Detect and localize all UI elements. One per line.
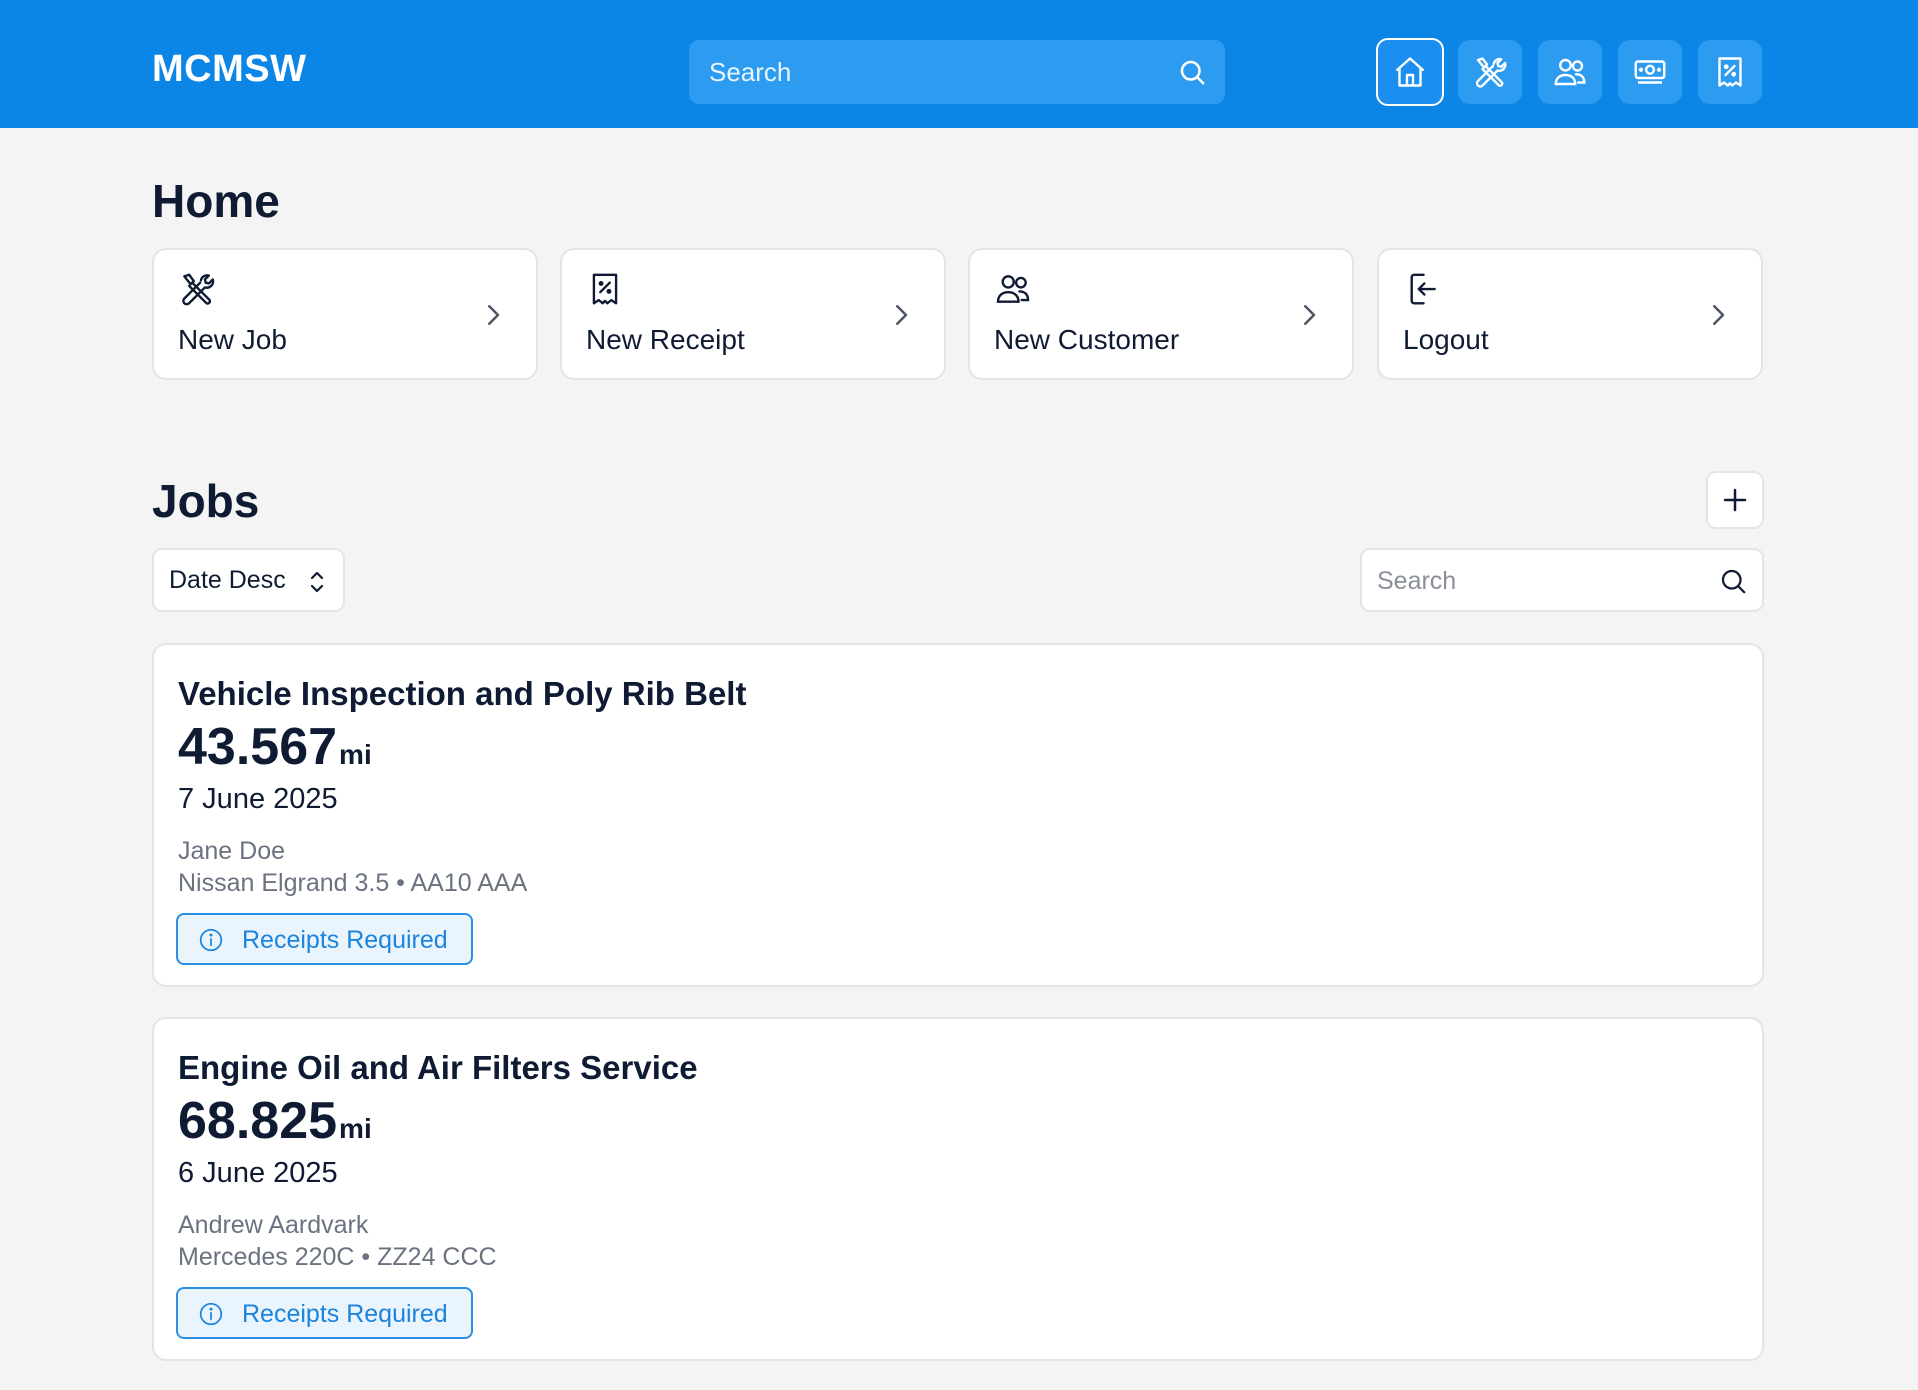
search-icon[interactable] [1718,566,1748,596]
nav-jobs-button[interactable] [1458,40,1522,104]
job-title: Engine Oil and Air Filters Service [178,1049,698,1086]
new-job-card[interactable]: New Job [152,248,538,380]
receipts-required-badge[interactable]: Receipts Required [176,913,473,965]
users-icon [1554,58,1586,86]
receipt-icon [592,273,618,305]
job-card[interactable]: Vehicle Inspection and Poly Rib Belt 43.… [152,643,1764,987]
jobs-search-input[interactable]: Search [1360,548,1764,612]
tools-icon [1475,57,1507,88]
global-search-input[interactable]: Search [689,40,1225,104]
badge-label: Receipts Required [242,926,448,954]
info-icon [199,928,223,952]
job-mileage-value: 68.825 [178,1092,338,1150]
job-mileage-unit: mi [339,1113,372,1144]
receipt-icon [1718,57,1742,87]
badge-label: Receipts Required [242,1300,448,1328]
top-navbar: MCMSW Search [0,0,1918,128]
home-heading: Home [152,175,280,227]
add-job-button[interactable] [1706,471,1764,529]
nav-customers-button[interactable] [1538,40,1602,104]
sort-select-value: Date Desc [169,566,286,594]
new-job-label: New Job [178,324,287,355]
chevron-right-icon [1713,305,1725,325]
job-date: 6 June 2025 [178,1157,338,1189]
new-customer-card[interactable]: New Customer [968,248,1354,380]
chevron-right-icon [1304,305,1316,325]
job-customer: Andrew Aardvark [178,1211,369,1239]
nav-receipts-button[interactable] [1698,40,1762,104]
money-icon [1634,60,1666,84]
job-vehicle: Nissan Elgrand 3.5 • AA10 AAA [178,869,528,897]
logout-icon [1410,273,1436,305]
info-icon [199,1302,223,1326]
logout-card[interactable]: Logout [1377,248,1763,380]
job-mileage: 68.825mi [178,1091,372,1151]
users-icon [996,275,1030,303]
job-date: 7 June 2025 [178,783,338,815]
job-vehicle: Mercedes 220C • ZZ24 CCC [178,1243,497,1271]
job-mileage: 43.567mi [178,717,372,777]
chevron-right-icon [896,305,908,325]
sort-select[interactable]: Date Desc [152,548,345,612]
search-icon[interactable] [1177,57,1207,87]
jobs-search-placeholder: Search [1377,567,1457,595]
brand-logo[interactable]: MCMSW [152,48,306,91]
plus-icon [1723,488,1747,512]
tools-icon [182,273,215,306]
job-title: Vehicle Inspection and Poly Rib Belt [178,675,747,712]
receipts-required-badge[interactable]: Receipts Required [176,1287,473,1339]
job-customer: Jane Doe [178,837,286,865]
new-receipt-card[interactable]: New Receipt [560,248,946,380]
nav-payments-button[interactable] [1618,40,1682,104]
new-receipt-label: New Receipt [586,324,745,355]
global-search-placeholder: Search [709,57,792,87]
logout-label: Logout [1403,324,1489,355]
home-icon [1395,57,1425,87]
chevron-right-icon [488,305,500,325]
nav-home-button[interactable] [1376,38,1444,106]
job-mileage-unit: mi [339,739,372,770]
job-mileage-value: 43.567 [178,718,338,776]
chevron-up-down-icon [310,571,324,593]
new-customer-label: New Customer [994,324,1180,355]
job-card[interactable]: Engine Oil and Air Filters Service 68.82… [152,1017,1764,1361]
jobs-heading: Jobs [152,475,260,527]
